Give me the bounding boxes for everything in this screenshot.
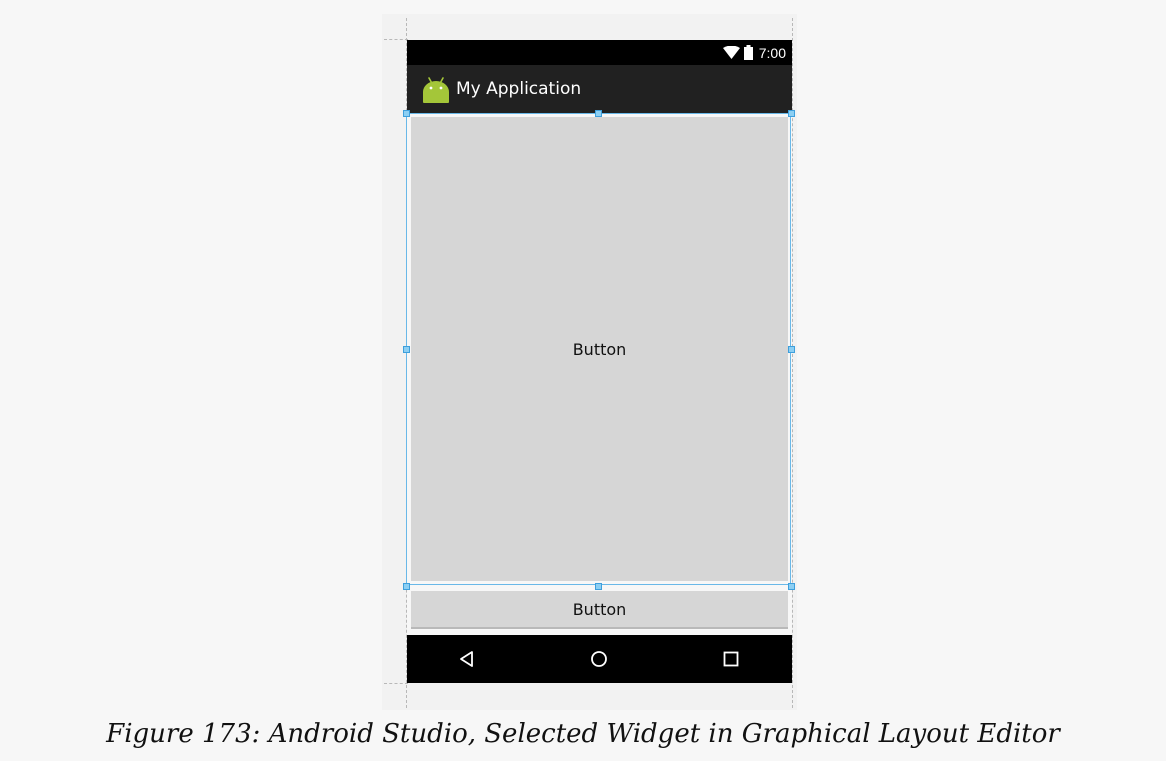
large-button[interactable]: Button (411, 117, 788, 581)
resize-handle-middle-right[interactable] (788, 346, 795, 353)
layout-editor-page: 7:00 My Application Button Button Figure… (0, 0, 1166, 761)
status-indicators: 7:00 (722, 43, 786, 62)
resize-handle-bottom-center[interactable] (595, 583, 602, 590)
home-circle-icon[interactable] (589, 649, 609, 669)
android-icon (423, 77, 449, 103)
recents-square-icon[interactable] (721, 649, 741, 669)
app-title: My Application (456, 79, 582, 99)
status-time: 7:00 (758, 44, 786, 61)
right-guide-line (792, 18, 793, 708)
resize-handle-bottom-left[interactable] (403, 583, 410, 590)
resize-handle-top-left[interactable] (403, 110, 410, 117)
action-bar: My Application (407, 65, 792, 113)
status-bar: 7:00 (407, 40, 792, 65)
figure-caption: Figure 173: Android Studio, Selected Wid… (106, 719, 1060, 749)
wifi-icon (722, 45, 740, 59)
resize-handle-top-center[interactable] (595, 110, 602, 117)
small-button[interactable]: Button (411, 591, 788, 629)
top-guide-line (384, 39, 408, 40)
resize-handle-top-right[interactable] (788, 110, 795, 117)
resize-handle-bottom-right[interactable] (788, 583, 795, 590)
bottom-guide-line (384, 683, 408, 684)
resize-handle-middle-left[interactable] (403, 346, 410, 353)
navigation-bar (407, 635, 792, 683)
battery-icon (743, 45, 753, 60)
back-triangle-icon[interactable] (457, 649, 477, 669)
